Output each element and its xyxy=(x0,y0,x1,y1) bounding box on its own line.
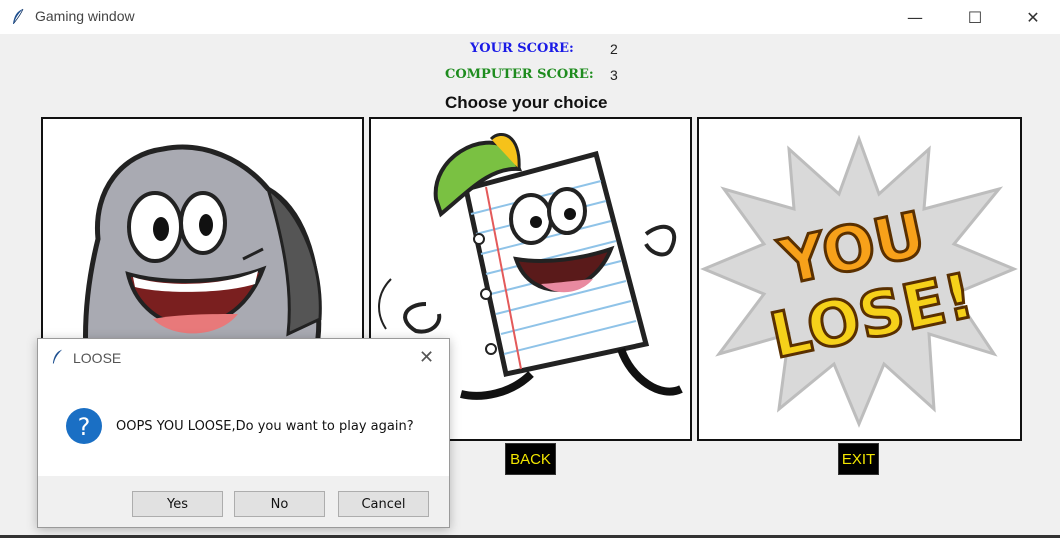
feather-icon xyxy=(13,8,24,24)
your-score-label: YOUR SCORE: xyxy=(470,41,574,56)
exit-button[interactable]: EXIT xyxy=(838,443,879,475)
no-button[interactable]: No xyxy=(234,491,325,517)
maximize-button[interactable]: ☐ xyxy=(952,0,998,34)
window-titlebar: Gaming window — ☐ ✕ xyxy=(0,0,1060,34)
minimize-button[interactable]: — xyxy=(892,0,938,34)
dialog-close-button[interactable]: ✕ xyxy=(419,347,434,368)
yes-button[interactable]: Yes xyxy=(132,491,223,517)
window-title: Gaming window xyxy=(35,8,135,24)
back-button[interactable]: BACK xyxy=(505,443,556,475)
cancel-button[interactable]: Cancel xyxy=(338,491,429,517)
your-score-value: 2 xyxy=(610,41,618,57)
svg-text:?: ? xyxy=(78,413,91,441)
result-panel: YOU LOSE! xyxy=(697,117,1022,441)
lose-dialog: LOOSE ✕ ? OOPS YOU LOOSE,Do you want to … xyxy=(37,338,450,528)
feather-icon xyxy=(52,349,63,364)
close-button[interactable]: ✕ xyxy=(1010,0,1056,34)
computer-score-value: 3 xyxy=(610,67,618,83)
dialog-message: OOPS YOU LOOSE,Do you want to play again… xyxy=(116,419,414,434)
dialog-button-bar: Yes No Cancel xyxy=(38,476,449,527)
choice-prompt: Choose your choice xyxy=(445,93,608,112)
question-icon: ? xyxy=(66,408,102,444)
dialog-title: LOOSE xyxy=(73,350,122,366)
computer-score-label: COMPUTER SCORE: xyxy=(445,67,594,82)
you-lose-burst-icon: YOU LOSE! xyxy=(700,134,1018,428)
